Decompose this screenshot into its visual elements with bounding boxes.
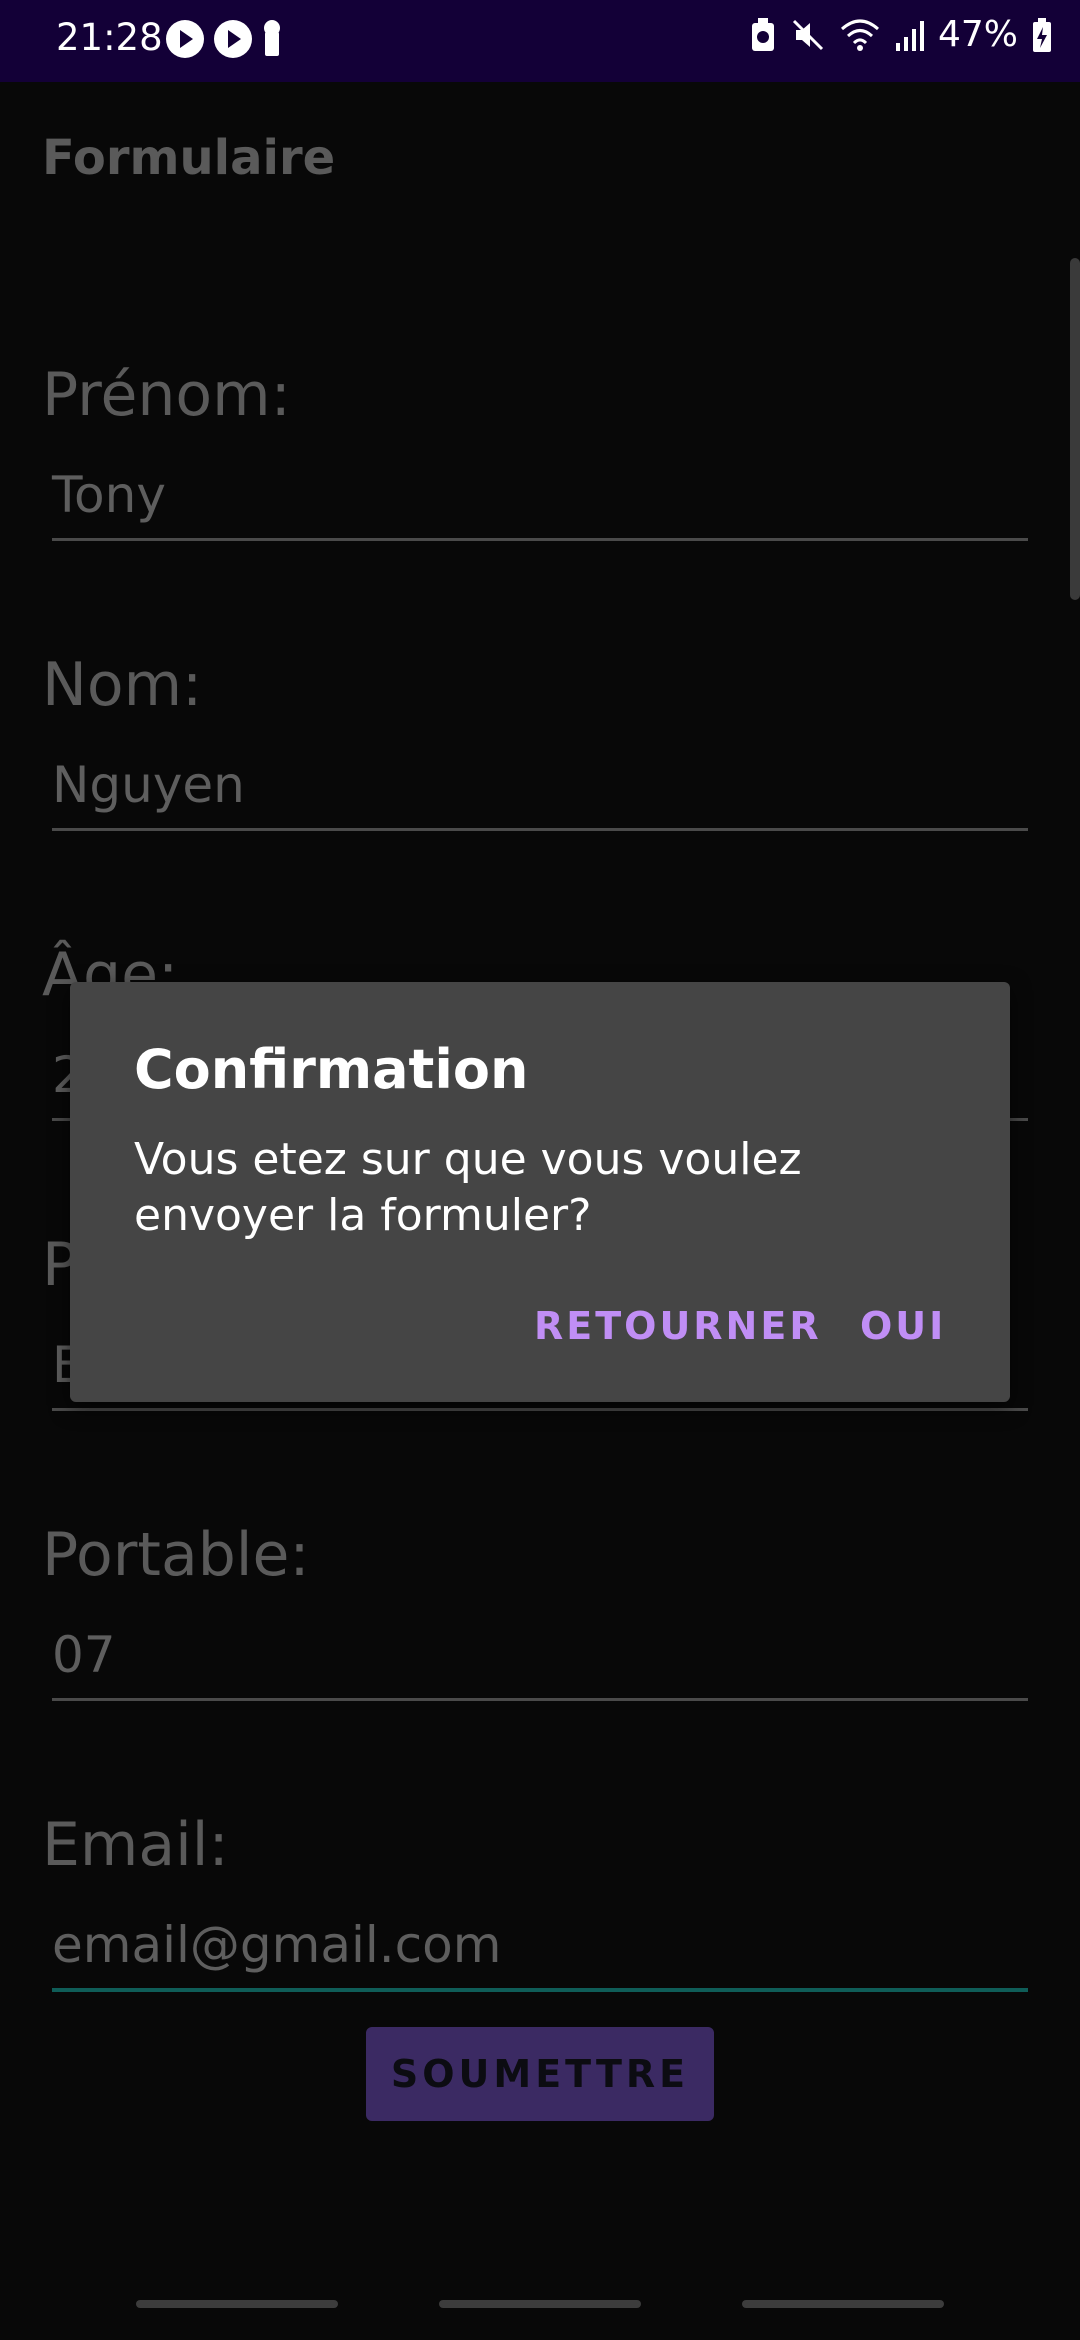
email-field[interactable]: email@gmail.com [52, 1906, 1028, 1992]
wifi-icon [840, 19, 879, 51]
navigation-bar [0, 2274, 1080, 2340]
status-bar: 21:28 47% [0, 0, 1080, 82]
submit-button[interactable]: SOUMETTRE [366, 2027, 714, 2121]
nav-back-button[interactable] [742, 2300, 944, 2308]
nav-recents-button[interactable] [136, 2300, 338, 2308]
system-icons: 47% [750, 14, 1052, 55]
email-label: Email: [42, 1810, 229, 1880]
battery-charging-icon [1033, 17, 1051, 52]
nom-value: Nguyen [52, 756, 245, 814]
portable-field[interactable]: 07 [52, 1616, 1028, 1701]
battery-percent: 47% [937, 14, 1018, 55]
oui-button[interactable]: OUI [860, 1304, 946, 1348]
mute-icon [792, 19, 824, 50]
nom-field[interactable]: Nguyen [52, 746, 1028, 831]
notification-icons [166, 20, 282, 58]
prenom-value: Tony [52, 466, 166, 524]
play-icon [166, 20, 204, 58]
email-value: email@gmail.com [52, 1916, 502, 1974]
play-icon [214, 20, 252, 58]
app-title: Formulaire [42, 130, 336, 186]
scrollbar[interactable] [1070, 258, 1080, 600]
dialog-message: Vous etez sur que vous voulez envoyer la… [134, 1134, 802, 1241]
nom-label: Nom: [42, 650, 203, 720]
confirmation-dialog: Confirmation Vous etez sur que vous voul… [70, 982, 1010, 1402]
battery-saver-icon [751, 17, 774, 51]
portable-value: 07 [52, 1626, 116, 1684]
status-time: 21:28 [56, 16, 163, 59]
signal-icon [895, 20, 924, 51]
dialog-title: Confirmation [134, 1038, 529, 1101]
keyhole-icon [262, 20, 282, 58]
prenom-label: Prénom: [42, 360, 291, 430]
retourner-button[interactable]: RETOURNER [534, 1304, 822, 1348]
prenom-field[interactable]: Tony [52, 456, 1028, 541]
portable-label: Portable: [42, 1520, 310, 1590]
nav-home-button[interactable] [439, 2300, 641, 2308]
